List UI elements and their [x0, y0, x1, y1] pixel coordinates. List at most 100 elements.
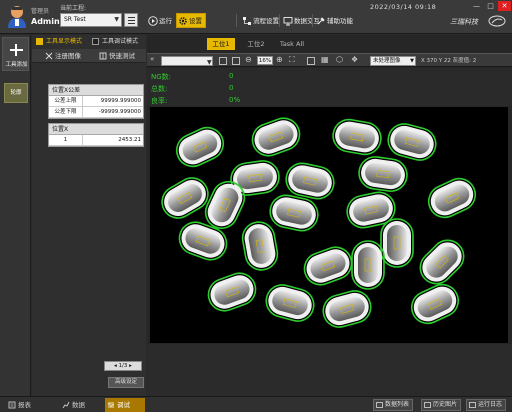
advanced-settings-button[interactable]: 高级设定 — [108, 377, 144, 388]
flow-settings-label: 流程设置 — [253, 17, 279, 25]
report-icon — [8, 401, 16, 409]
toolbar-divider — [236, 14, 237, 27]
tab-report-label: 报表 — [18, 401, 31, 409]
history-images-label: 历史图片 — [433, 401, 458, 408]
detected-pills — [161, 117, 477, 328]
camera-image[interactable] — [150, 107, 508, 343]
register-image-label: 注册图像 — [55, 52, 81, 60]
chevron-down-icon: ▼ — [410, 58, 414, 64]
aux-function-label: 辅助功能 — [327, 17, 353, 25]
checkbox-checked-icon — [36, 38, 43, 45]
table-cell-value: -99999.999000 — [98, 109, 141, 115]
register-image-tab[interactable]: 注册图像 — [44, 49, 81, 63]
sliders-icon — [108, 402, 114, 408]
play-icon — [148, 16, 158, 26]
minimize-icon[interactable]: — — [470, 1, 483, 11]
tab-data[interactable]: 数据 — [60, 398, 85, 412]
datetime: 2022/03/14 09:18 — [370, 3, 437, 11]
user-badge[interactable]: 管理员 Admin — [4, 2, 60, 32]
tool-display-mode-checkbox[interactable]: 工具显示模式 — [35, 36, 82, 47]
folder-icon[interactable] — [219, 57, 227, 65]
pager[interactable]: ◂ 1/3 ▸ — [104, 361, 142, 371]
tab-debug[interactable]: 调试 — [105, 398, 145, 412]
detected-pill — [161, 177, 209, 219]
project-select[interactable]: SR Test ▼ — [60, 13, 122, 27]
avatar-icon — [8, 6, 26, 28]
next-page-icon[interactable]: ▸ — [129, 363, 132, 369]
image-mode-value: 未处理图像 — [373, 58, 401, 64]
total-count-value: 0 — [229, 84, 234, 92]
table-row[interactable]: 1 2453.21 — [49, 135, 143, 146]
camera-icon[interactable] — [307, 57, 315, 65]
zoom-out-icon[interactable]: ⊖ — [245, 55, 252, 64]
brand-logo-icon — [488, 15, 506, 27]
add-tool-button[interactable]: 工具添加 — [2, 37, 29, 71]
zoom-level[interactable]: 16% — [257, 56, 273, 65]
list-icon-line — [128, 23, 135, 24]
list-icon — [128, 17, 135, 18]
tool-debug-mode-label: 工具调试模式 — [102, 38, 139, 45]
project-select-value: SR Test — [64, 16, 86, 23]
table-cell-value: 99999.999000 — [100, 98, 141, 104]
table-cell-key: 公差下限 — [49, 107, 83, 118]
total-count-label: 总数: — [151, 85, 168, 93]
tolerance-table-title: 位置X公差 — [49, 85, 143, 96]
image-select-icon[interactable]: ▼ — [161, 56, 213, 66]
list-icon-line — [128, 20, 135, 21]
tool-display-mode-label: 工具显示模式 — [46, 38, 83, 45]
prev-page-icon[interactable]: ◂ — [114, 363, 117, 369]
tool-item-contour[interactable]: 轮廓 — [4, 83, 28, 103]
checkbox-unchecked-icon — [92, 38, 99, 45]
aux-function-button[interactable]: 辅助功能 — [314, 13, 357, 28]
cube-icon[interactable]: ⬡ — [336, 55, 343, 64]
run-button[interactable]: 运行 — [146, 13, 176, 28]
history-images-button[interactable]: 历史图片 — [421, 399, 462, 411]
page-indicator: 1/3 — [118, 363, 128, 369]
pixel-readout: X 370 Y 22 灰度值: 2 — [421, 58, 477, 64]
detected-pill — [419, 239, 465, 285]
data-list-button[interactable]: 数据列表 — [373, 399, 414, 411]
collapse-icon[interactable]: « — [150, 55, 154, 63]
fit-screen-icon[interactable]: ⛶ — [289, 55, 295, 65]
table-cell-key: 公差上限 — [49, 96, 83, 107]
flow-settings-button[interactable]: 流程设置 — [240, 13, 283, 28]
layers-icon[interactable]: ❖ — [351, 55, 358, 64]
tab-station-2[interactable]: 工位2 — [243, 38, 269, 50]
bottom-bar: 报表 数据 调试 数据列表 历史图片 运行日志 — [0, 396, 512, 412]
detected-pill — [175, 126, 225, 168]
toolbar-divider — [279, 14, 280, 27]
position-table-title: 位置X — [49, 124, 143, 135]
zoom-in-icon[interactable]: ⊕ — [276, 55, 283, 64]
run-label: 运行 — [159, 17, 172, 25]
mode-row: 工具显示模式 工具调试模式 — [32, 35, 146, 48]
chart-icon — [62, 401, 70, 409]
tool-debug-mode-checkbox[interactable]: 工具调试模式 — [91, 36, 138, 47]
gear-icon — [179, 17, 187, 25]
toolbar-divider — [312, 14, 313, 27]
quick-test-tab[interactable]: 快速测试 — [98, 49, 135, 63]
position-table: 位置X 1 2453.21 — [48, 123, 144, 147]
project-label: 当前工程: — [60, 5, 87, 12]
detected-pill — [410, 283, 460, 325]
image-toolbar: « ▼ ⊖ 16% ⊕ ⛶ ▦ ⬡ ❖ 未处理图像 ▼ X 370 Y 22 灰… — [147, 53, 512, 67]
title-bar: 管理员 Admin 当前工程: SR Test ▼ 运行 设置 流程设置 数据交… — [0, 0, 512, 34]
tab-task-all[interactable]: Task All — [277, 38, 307, 50]
stats-panel: NG数: 0 总数: 0 良率: 0% — [147, 68, 512, 106]
table-cell-key: 1 — [49, 135, 83, 146]
table-row[interactable]: 公差上限 99999.999000 — [49, 96, 143, 107]
tab-report[interactable]: 报表 — [6, 398, 31, 412]
log-icon — [469, 402, 476, 408]
maximize-icon[interactable]: □ — [484, 1, 497, 11]
run-log-button[interactable]: 运行日志 — [466, 399, 507, 411]
table-row[interactable]: 公差下限 -99999.999000 — [49, 107, 143, 118]
close-icon[interactable]: ✕ — [498, 1, 511, 11]
image-mode-select[interactable]: 未处理图像 ▼ — [370, 56, 416, 66]
settings-button[interactable]: 设置 — [176, 13, 206, 28]
detected-pill — [303, 246, 353, 286]
plus-icon-bar — [15, 44, 17, 56]
save-icon[interactable] — [232, 57, 240, 65]
brand-name: 三瑞科技 — [450, 18, 478, 26]
grid-icon[interactable]: ▦ — [321, 55, 329, 64]
project-list-button[interactable] — [124, 13, 138, 27]
tab-station-1[interactable]: 工位1 — [207, 38, 235, 50]
